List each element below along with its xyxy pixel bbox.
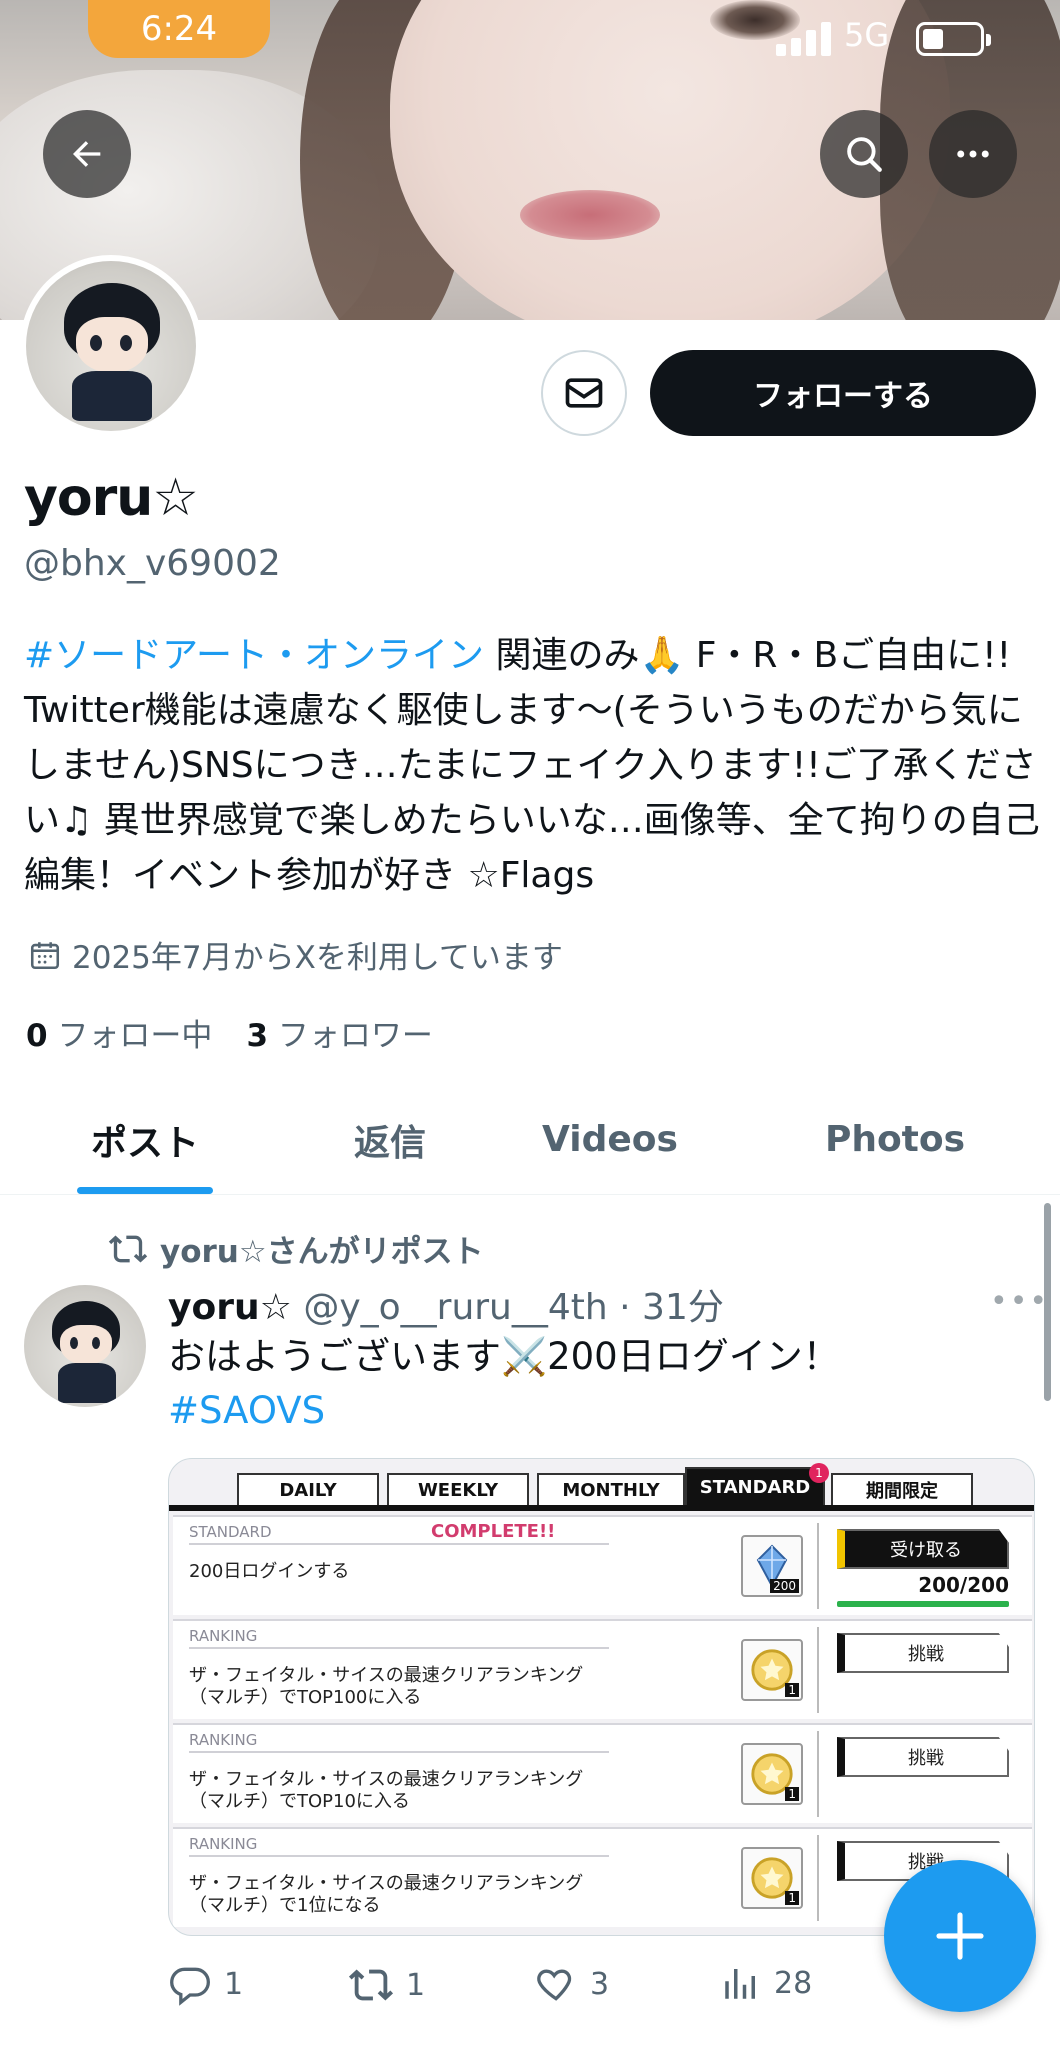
back-button[interactable] (43, 110, 131, 198)
repost-icon (108, 1235, 148, 1262)
media-row-action: 挑戦 (837, 1737, 1009, 1777)
media-row-desc: ザ・フェイタル・サイスの最速クリアランキング（マルチ）で1位になる (189, 1873, 584, 1916)
arrow-left-icon (73, 141, 101, 167)
joined-text: 2025年7月からXを利用しています (72, 940, 563, 976)
compose-post-button[interactable] (884, 1860, 1036, 2012)
media-tab-standard: STANDARD (685, 1467, 825, 1505)
media-row: RANKING ザ・フェイタル・サイスの最速クリアランキング（マルチ）でTOP1… (173, 1723, 1032, 1823)
battery-icon (916, 22, 991, 56)
tab-posts[interactable]: ポスト (0, 1085, 290, 1194)
profile-tabs: ポスト 返信 Videos Photos (0, 1085, 1060, 1195)
follow-stats: 0 フォロー中 3 フォロワー (26, 1010, 433, 1055)
bio-hashtag-link[interactable]: #ソードアート・オンライン (24, 635, 484, 676)
media-row-status: COMPLETE!! (431, 1521, 556, 1542)
media-row-category: STANDARD (189, 1523, 272, 1541)
media-row-desc: 200日ログインする (189, 1561, 350, 1582)
media-row-progress-bar (837, 1601, 1009, 1607)
display-name: yoru☆ (24, 468, 199, 528)
followers-link[interactable]: 3 フォロワー (246, 1010, 432, 1055)
medal-reward-icon: 1 (741, 1743, 803, 1805)
profile-bio: #ソードアート・オンライン 関連のみ🙏 F・R・Bご自由に!! Twitter機… (24, 628, 1044, 903)
mail-icon (565, 378, 603, 408)
post-text: おはようございます⚔️200日ログイン！ #SAOVS (168, 1335, 840, 1432)
post-hashtag-link[interactable]: #SAOVS (168, 1389, 325, 1432)
search-button[interactable] (820, 110, 908, 198)
repost-icon (348, 1969, 394, 2001)
network-label: 5G (844, 16, 890, 54)
heart-icon (537, 1969, 572, 2001)
tab-replies[interactable]: 返信 (290, 1085, 490, 1194)
media-row-category: RANKING (189, 1835, 258, 1853)
active-tab-indicator (77, 1187, 213, 1194)
media-row-action: 挑戦 (837, 1633, 1009, 1673)
media-tab-badge: 1 (809, 1463, 829, 1483)
follow-button[interactable]: フォローする (650, 350, 1036, 436)
signal-icon (776, 20, 832, 56)
post-header: yoru☆ @y_o__ruru__4th · 31分 (168, 1278, 724, 1330)
medal-reward-icon: 1 (741, 1639, 803, 1701)
user-handle: @bhx_v69002 (24, 543, 281, 584)
message-button[interactable] (541, 350, 627, 436)
post-action-bar: 1 1 3 28 (168, 1962, 1018, 2012)
post-author-meta: @y_o__ruru__4th · 31分 (303, 1287, 724, 1328)
crystal-reward-icon: 200 (741, 1535, 803, 1597)
media-row-category: RANKING (189, 1627, 258, 1645)
search-icon (847, 137, 882, 172)
tab-photos[interactable]: Photos (730, 1085, 1060, 1194)
media-row: RANKING ザ・フェイタル・サイスの最速クリアランキング（マルチ）でTOP1… (173, 1619, 1032, 1719)
post-author-name[interactable]: yoru☆ (168, 1287, 292, 1328)
media-tab-weekly: WEEKLY (387, 1473, 529, 1505)
following-link[interactable]: 0 フォロー中 (26, 1010, 212, 1055)
media-row-desc: ザ・フェイタル・サイスの最速クリアランキング（マルチ）でTOP10に入る (189, 1769, 584, 1812)
post-media-image[interactable]: DAILY WEEKLY MONTHLY STANDARD 1 期間限定 STA… (168, 1458, 1035, 1936)
analytics-icon (725, 1969, 755, 1999)
post-more-button[interactable]: ••• (990, 1284, 1049, 1319)
calendar-icon (30, 941, 60, 969)
media-row-progress: 200/200 (918, 1573, 1009, 1597)
views-button[interactable]: 28 (720, 1962, 812, 2004)
media-row-action: 受け取る (837, 1529, 1009, 1569)
tab-videos[interactable]: Videos (490, 1085, 730, 1194)
media-row-category: RANKING (189, 1731, 258, 1749)
profile-avatar[interactable] (20, 255, 202, 437)
post-author-avatar[interactable] (24, 1285, 146, 1407)
joined-date: 2025年7月からXを利用しています (28, 932, 563, 977)
repost-button[interactable]: 1 (348, 1962, 425, 2008)
plus-icon (936, 1912, 984, 1960)
repost-indicator[interactable]: yoru☆さんがリポスト (108, 1226, 484, 1271)
reply-button[interactable]: 1 (168, 1962, 243, 2006)
more-dots-icon (957, 150, 989, 158)
media-row-desc: ザ・フェイタル・サイスの最速クリアランキング（マルチ）でTOP100に入る (189, 1665, 584, 1708)
media-tab-daily: DAILY (237, 1473, 379, 1505)
reply-icon (170, 1967, 210, 2006)
more-options-button[interactable] (929, 110, 1017, 198)
medal-reward-icon: 1 (741, 1847, 803, 1909)
status-time: 6:24 (88, 0, 270, 58)
media-tab-monthly: MONTHLY (537, 1473, 685, 1505)
scrollbar[interactable] (1044, 1203, 1051, 1401)
like-button[interactable]: 3 (534, 1962, 609, 2006)
media-row: STANDARD COMPLETE!! 200日ログインする 200 受け取る … (173, 1515, 1032, 1615)
media-tab-limited: 期間限定 (831, 1473, 973, 1505)
